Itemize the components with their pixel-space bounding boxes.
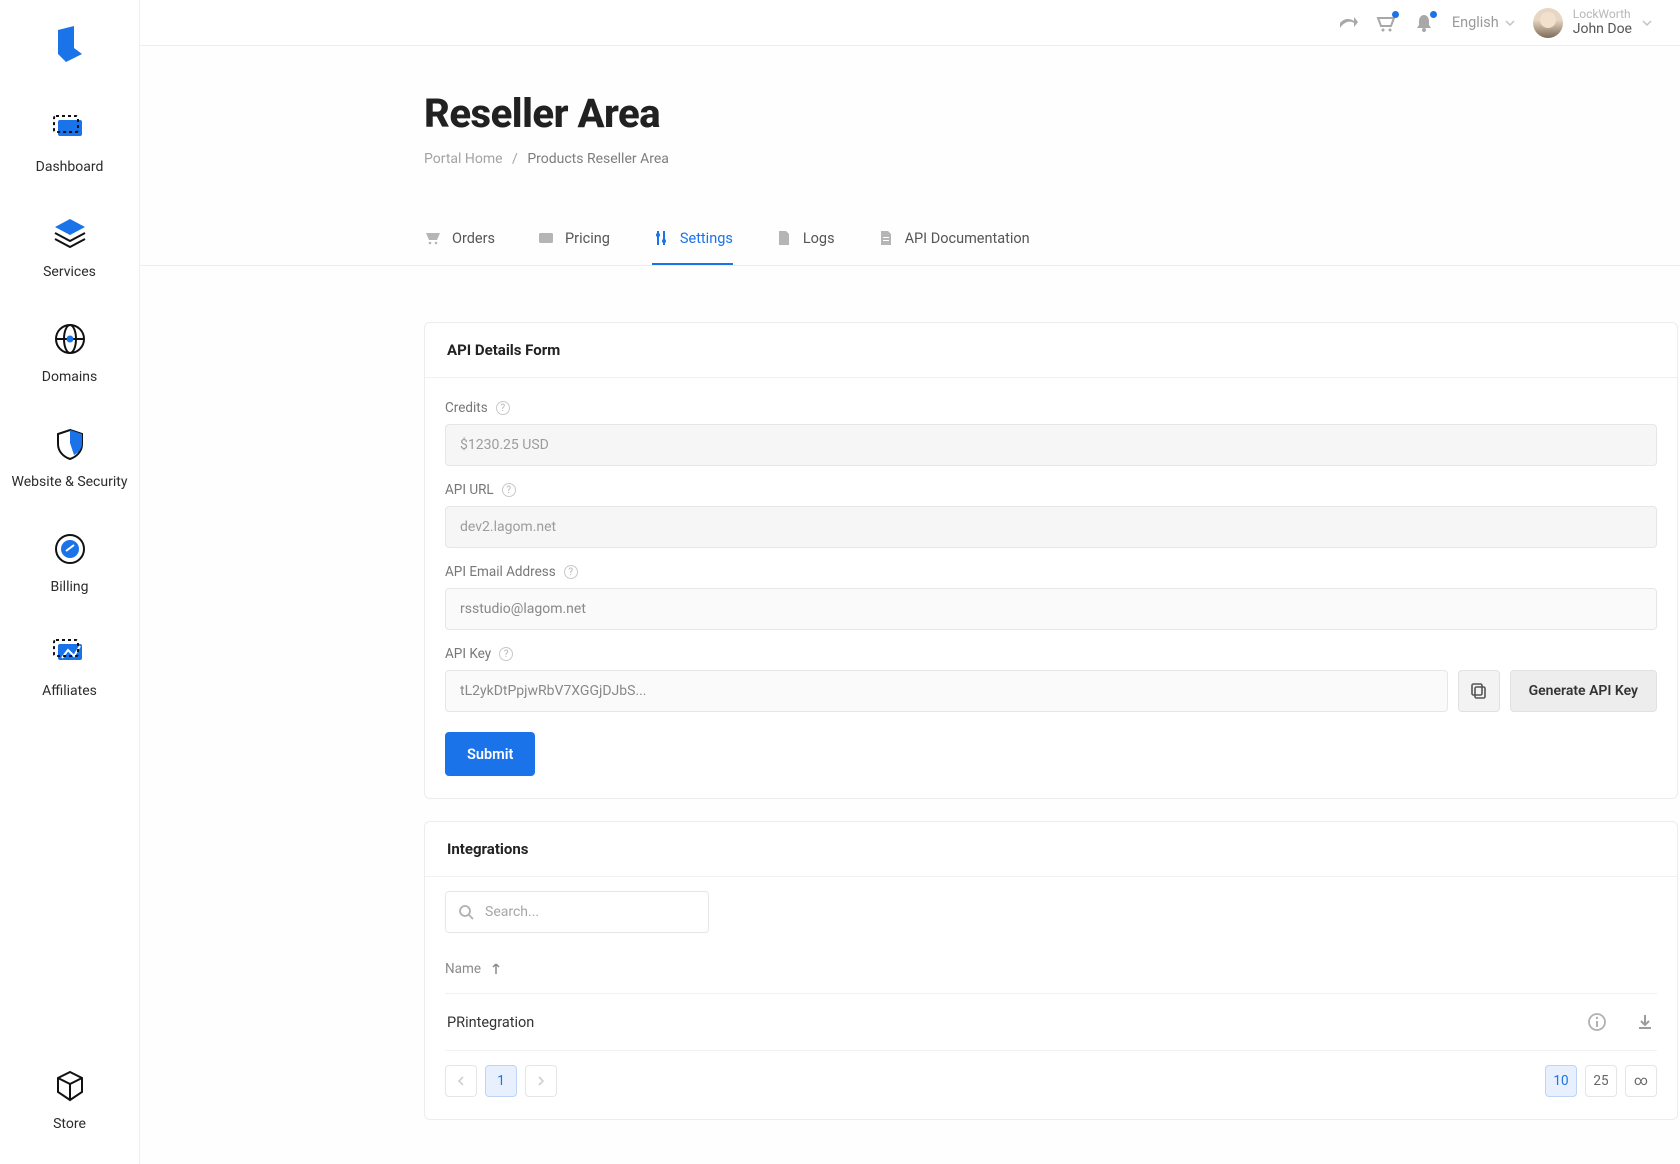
settings-icon [652, 229, 670, 247]
table-row: PRintegration [445, 993, 1657, 1038]
sidebar-item-website-security[interactable]: Website & Security [0, 409, 139, 514]
chevron-left-icon [457, 1076, 465, 1086]
info-icon[interactable] [1587, 1012, 1607, 1032]
page-next[interactable] [525, 1065, 557, 1097]
tab-label: Pricing [565, 230, 610, 247]
sidebar-item-store[interactable]: Store [0, 1051, 139, 1164]
language-selector[interactable]: English [1452, 14, 1515, 31]
sidebar-item-label: Website & Security [12, 473, 128, 492]
api-email-label: API Email Address [445, 564, 556, 580]
document-icon [877, 229, 895, 247]
api-url-value [445, 506, 1657, 548]
pagination: 1 10 25 ∞ [445, 1050, 1657, 1097]
tab-label: API Documentation [905, 230, 1030, 247]
chevron-down-icon [1505, 18, 1515, 28]
integrations-card: Integrations Name PRintegration [424, 821, 1678, 1120]
tab-orders[interactable]: Orders [424, 213, 495, 265]
download-icon[interactable] [1635, 1012, 1655, 1032]
user-name: John Doe [1573, 21, 1632, 38]
sort-asc-icon [491, 963, 501, 975]
help-icon[interactable]: ? [496, 401, 510, 415]
sidebar-item-label: Billing [51, 578, 89, 597]
col-name[interactable]: Name [445, 961, 481, 977]
search-icon [458, 904, 475, 921]
search-input-wrapper [445, 891, 709, 933]
tab-pricing[interactable]: Pricing [537, 213, 610, 265]
shield-icon [49, 423, 91, 465]
tabs: Orders Pricing Settings Logs [140, 213, 1680, 265]
language-label: English [1452, 14, 1499, 31]
sidebar-item-dashboard[interactable]: Dashboard [0, 94, 139, 199]
page-title: Reseller Area [424, 90, 1680, 137]
tab-logs[interactable]: Logs [775, 213, 835, 265]
credits-label: Credits [445, 400, 488, 416]
help-icon[interactable]: ? [499, 647, 513, 661]
generate-api-key-button[interactable]: Generate API Key [1510, 670, 1657, 712]
page-size-all[interactable]: ∞ [1625, 1065, 1657, 1097]
sidebar-item-domains[interactable]: Domains [0, 304, 139, 409]
avatar [1533, 8, 1563, 38]
integration-name: PRintegration [447, 1014, 534, 1031]
tab-api-docs[interactable]: API Documentation [877, 213, 1030, 265]
breadcrumb: Portal Home / Products Reseller Area [424, 151, 1680, 167]
sidebar: Dashboard Services Domains Website & Sec… [0, 0, 140, 1164]
api-key-label: API Key [445, 646, 491, 662]
breadcrumb-home[interactable]: Portal Home [424, 151, 503, 167]
cart-icon[interactable] [1376, 13, 1396, 33]
api-key-input[interactable] [445, 670, 1448, 712]
affiliates-icon [49, 632, 91, 674]
help-icon[interactable]: ? [564, 565, 578, 579]
page-size-25[interactable]: 25 [1585, 1065, 1617, 1097]
credits-value [445, 424, 1657, 466]
sidebar-item-billing[interactable]: Billing [0, 514, 139, 619]
user-menu[interactable]: LockWorth John Doe [1533, 7, 1652, 38]
sidebar-item-affiliates[interactable]: Affiliates [0, 618, 139, 723]
logs-icon [775, 229, 793, 247]
store-icon [49, 1065, 91, 1107]
card-title: API Details Form [425, 323, 1677, 378]
page-prev[interactable] [445, 1065, 477, 1097]
copy-icon [1470, 682, 1488, 700]
api-url-label: API URL [445, 482, 494, 498]
bell-icon[interactable] [1414, 13, 1434, 33]
breadcrumb-current: Products Reseller Area [527, 151, 669, 167]
api-email-input[interactable] [445, 588, 1657, 630]
sidebar-item-label: Affiliates [42, 682, 97, 701]
card-title: Integrations [425, 822, 1677, 877]
sidebar-item-label: Services [43, 263, 96, 282]
orders-icon [424, 229, 442, 247]
pricing-icon [537, 229, 555, 247]
sidebar-item-label: Store [53, 1115, 86, 1134]
search-input[interactable] [485, 904, 696, 920]
submit-button[interactable]: Submit [445, 732, 535, 776]
share-icon[interactable] [1338, 13, 1358, 33]
chevron-right-icon [537, 1076, 545, 1086]
tab-label: Logs [803, 230, 835, 247]
logo[interactable] [50, 24, 90, 64]
page-number[interactable]: 1 [485, 1065, 517, 1097]
sidebar-item-services[interactable]: Services [0, 199, 139, 304]
tab-label: Settings [680, 230, 733, 247]
chevron-down-icon [1642, 18, 1652, 28]
copy-button[interactable] [1458, 670, 1500, 712]
sidebar-item-label: Domains [42, 368, 97, 387]
topbar: English LockWorth John Doe [140, 0, 1680, 46]
help-icon[interactable]: ? [502, 483, 516, 497]
api-details-card: API Details Form Credits ? API URL [424, 322, 1678, 799]
user-org: LockWorth [1573, 7, 1632, 21]
dashboard-icon [49, 108, 91, 150]
tab-settings[interactable]: Settings [652, 213, 733, 265]
page-size-10[interactable]: 10 [1545, 1065, 1577, 1097]
services-icon [49, 213, 91, 255]
domains-icon [49, 318, 91, 360]
billing-icon [49, 528, 91, 570]
sidebar-item-label: Dashboard [36, 158, 104, 177]
tab-label: Orders [452, 230, 495, 247]
